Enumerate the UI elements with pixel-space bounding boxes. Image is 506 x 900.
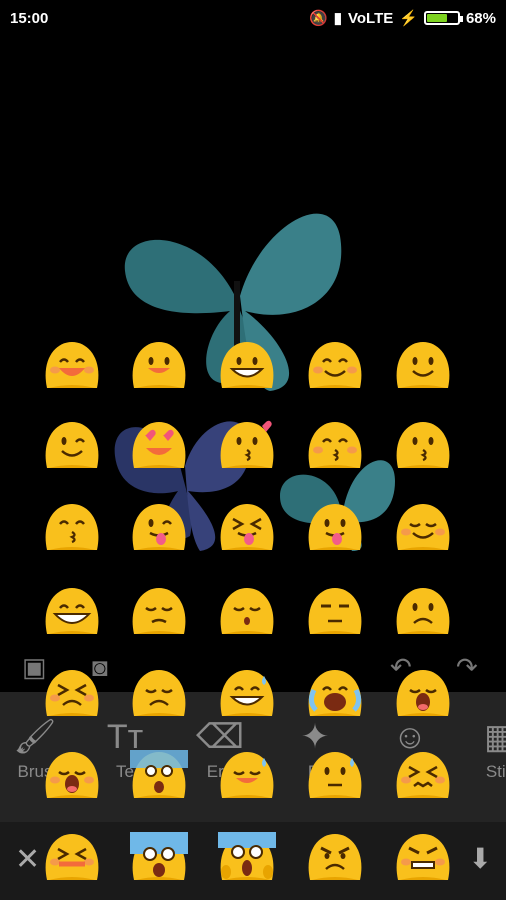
emoji-smiling-eyes-icon[interactable]: [306, 340, 364, 390]
emoji-smile-icon[interactable]: [394, 340, 452, 390]
emoji-sweat-smile-icon[interactable]: [218, 750, 276, 800]
emoji-angry-icon[interactable]: [306, 832, 364, 882]
signal-icon: ▮: [333, 10, 342, 27]
network-label: VoLTE: [348, 9, 394, 27]
emoji-tongue-icon[interactable]: [306, 502, 364, 552]
emoji-sweat-icon[interactable]: [306, 750, 364, 800]
charging-icon: ⚡: [399, 10, 418, 27]
emoji-wink-icon[interactable]: [43, 420, 101, 470]
emoji-grin-sweat-icon[interactable]: [218, 668, 276, 718]
battery-percent: 68%: [465, 9, 496, 27]
butterfly-large: [124, 213, 342, 391]
emoji-scream-blue-icon[interactable]: [130, 832, 188, 882]
mute-icon: 🔕: [309, 10, 328, 27]
sticker-icon: ▦: [483, 718, 506, 756]
emoji-kiss-heart-icon[interactable]: [218, 420, 276, 470]
emoji-tongue-wink-icon[interactable]: [130, 502, 188, 552]
emoji-smiling-icon[interactable]: [130, 340, 188, 390]
tool-label: Stic: [485, 762, 506, 781]
emoji-tired-icon[interactable]: [394, 668, 452, 718]
emoji-hushed-icon[interactable]: [218, 586, 276, 636]
emoji-frown-icon[interactable]: [394, 586, 452, 636]
emoji-weary-icon[interactable]: [43, 750, 101, 800]
emoji-heart-eyes-icon[interactable]: [130, 420, 188, 470]
emoji-big-grin-icon[interactable]: [43, 586, 101, 636]
emoji-unamused-icon[interactable]: [306, 586, 364, 636]
emoji-fearful-icon[interactable]: [130, 750, 188, 800]
tool-stic[interactable]: ▦ Stic: [455, 712, 506, 782]
emoji-relieved-icon[interactable]: [394, 502, 452, 552]
emoji-kissing-smile-icon[interactable]: [43, 502, 101, 552]
emoji-kissing-closed-icon[interactable]: [306, 420, 364, 470]
emoji-pensive-icon[interactable]: [130, 586, 188, 636]
emoji-tongue-closed-icon[interactable]: [218, 502, 276, 552]
redo-icon[interactable]: ↷: [456, 652, 478, 683]
emoji-scream-icon[interactable]: [218, 832, 276, 882]
emoji-confounded-icon[interactable]: [394, 750, 452, 800]
status-bar: 15:00 🔕 ▮ VoLTE ⚡ 68%: [0, 0, 506, 36]
download-icon[interactable]: ⬇: [469, 842, 492, 875]
emoji-kissing-icon[interactable]: [394, 420, 452, 470]
emoji-persevere-icon[interactable]: [43, 668, 101, 718]
emoji-pouting-icon[interactable]: [394, 832, 452, 882]
emoji-squint-icon[interactable]: [43, 832, 101, 882]
emoji-laughing-icon[interactable]: [43, 340, 101, 390]
emoji-grinning-icon[interactable]: [218, 340, 276, 390]
status-time: 15:00: [10, 9, 49, 27]
battery-icon: [423, 11, 463, 25]
emoji-crying-loud-icon[interactable]: [306, 668, 364, 718]
emoji-disappointed-icon[interactable]: [130, 668, 188, 718]
close-icon[interactable]: ✕: [15, 842, 40, 877]
